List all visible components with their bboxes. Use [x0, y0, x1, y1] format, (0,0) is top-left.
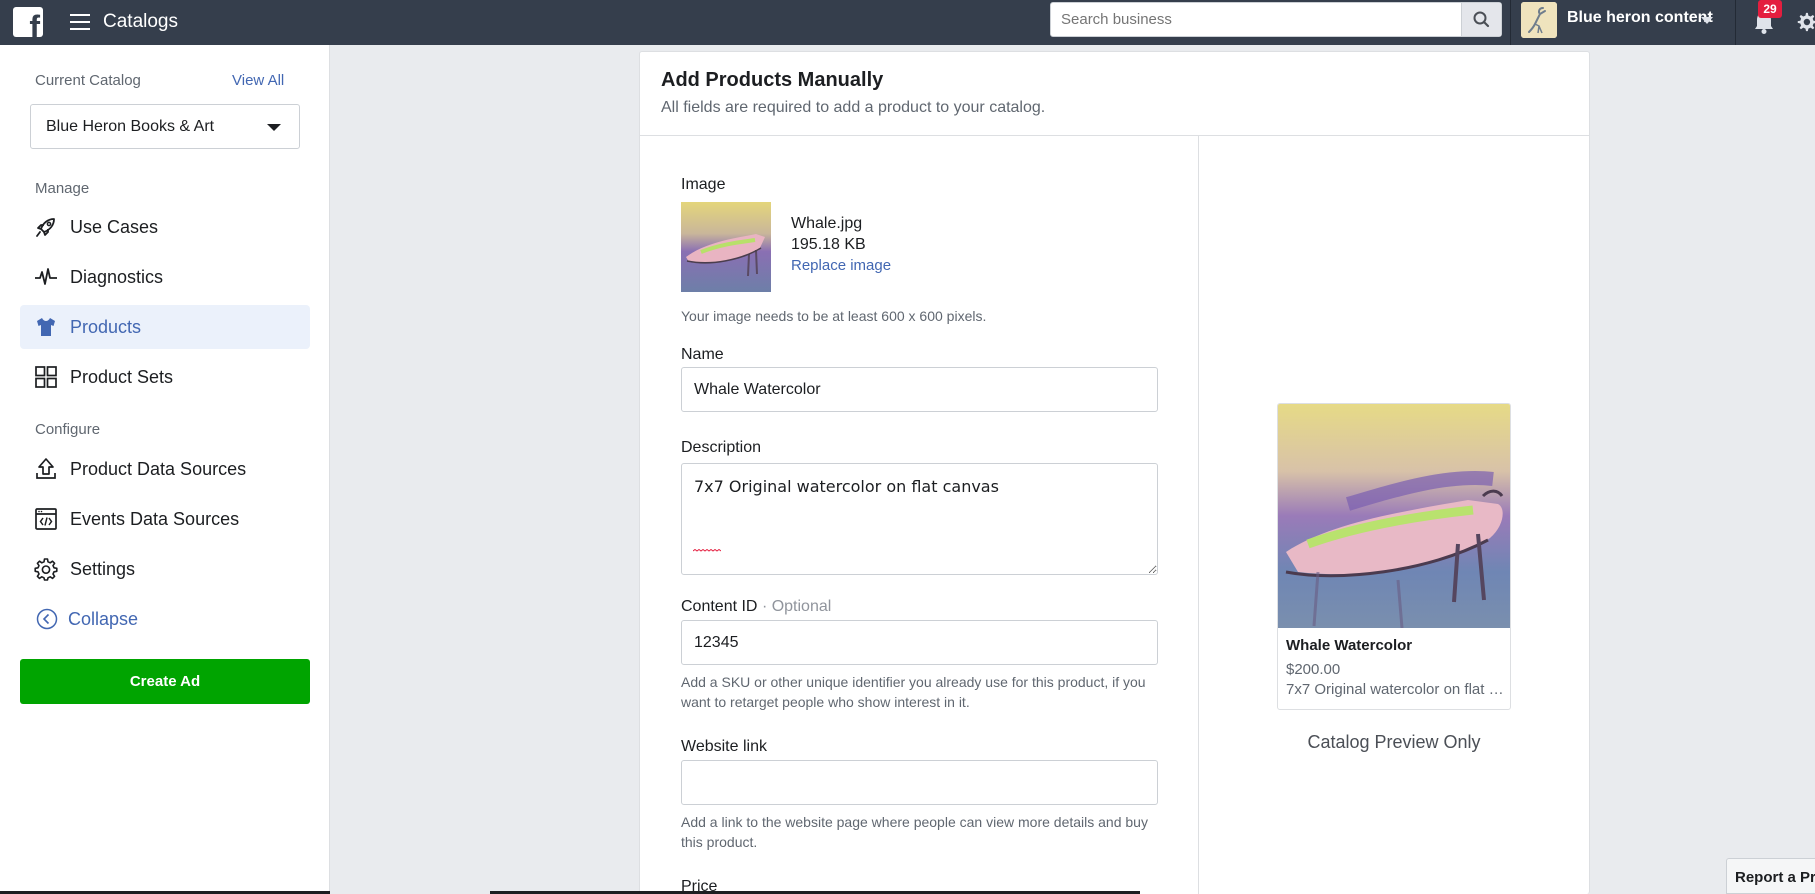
pulse-icon: [35, 268, 57, 285]
create-ad-button[interactable]: Create Ad: [20, 659, 310, 704]
content-id-label-text: Content ID: [681, 598, 758, 615]
app-title: Catalogs: [103, 11, 178, 32]
catalog-preview-card: Whale Watercolor $200.00 7x7 Original wa…: [1277, 403, 1511, 710]
nav-item-label: Products: [70, 317, 142, 337]
facebook-logo-letter: f: [29, 9, 40, 37]
account-avatar[interactable]: [1521, 2, 1557, 38]
name-label: Name: [681, 346, 724, 363]
report-a-problem-button[interactable]: Report a Pr: [1726, 858, 1815, 894]
spellcheck-underline: [693, 549, 721, 552]
column-divider: [1198, 136, 1199, 894]
search-button[interactable]: [1461, 3, 1501, 36]
nav-item-label: Product Data Sources: [70, 459, 247, 479]
caret-down-icon: [267, 124, 281, 131]
upload-icon: [36, 458, 56, 479]
content-id-label: Content ID · Optional: [681, 598, 831, 616]
website-link-help-text: Add a link to the website page where peo…: [681, 814, 1148, 850]
content-id-help-text: Add a SKU or other unique identifier you…: [681, 674, 1146, 710]
gear-icon[interactable]: [1795, 10, 1815, 34]
view-all-link[interactable]: View All: [232, 72, 284, 89]
image-label: Image: [681, 176, 726, 193]
top-bar: f Catalogs Blue heron content 29: [0, 0, 1815, 45]
rocket-icon: [36, 218, 55, 237]
content-id-input[interactable]: [681, 620, 1158, 665]
whale-painting-image: [681, 202, 771, 292]
website-link-label: Website link: [681, 738, 767, 755]
search-box: [1050, 2, 1502, 37]
file-size: 195.18 KB: [791, 236, 866, 253]
nav-item-label: Diagnostics: [70, 267, 164, 287]
topbar-divider: [1735, 0, 1736, 45]
card-header: Add Products Manually All fields are req…: [640, 52, 1589, 136]
nav-item-product-sets[interactable]: Product Sets: [20, 355, 310, 399]
catalog-preview-caption: Catalog Preview Only: [1307, 732, 1481, 752]
replace-image-link[interactable]: Replace image: [791, 257, 891, 274]
preview-product-description: 7x7 Original watercolor on flat canvas: [1286, 681, 1504, 698]
grid-icon: [35, 366, 57, 388]
preview-product-name: Whale Watercolor: [1286, 637, 1413, 654]
nav-item-settings[interactable]: Settings: [20, 547, 310, 591]
nav-item-label: Product Sets: [70, 367, 174, 387]
nav-item-label: Settings: [70, 559, 136, 579]
nav-item-label: Use Cases: [70, 217, 159, 237]
file-name: Whale.jpg: [791, 215, 863, 232]
whale-painting-image: [1278, 404, 1510, 628]
sidebar: Current Catalog View All Blue Heron Book…: [0, 45, 330, 894]
page-title: Add Products Manually: [661, 69, 884, 91]
page-subtitle: All fields are required to add a product…: [661, 99, 1046, 116]
manage-section-label: Manage: [35, 180, 90, 197]
topbar-divider: [1510, 0, 1511, 45]
current-catalog-label: Current Catalog: [35, 72, 141, 89]
heron-logo-icon: [1521, 2, 1557, 38]
add-products-card: Add Products Manually All fields are req…: [639, 51, 1590, 894]
nav-item-products[interactable]: Products: [20, 305, 310, 349]
search-input[interactable]: [1061, 3, 1451, 36]
configure-section-label: Configure: [35, 421, 101, 438]
nav-item-events-data-sources[interactable]: Events Data Sources: [20, 497, 310, 541]
optional-tag: · Optional: [761, 598, 832, 615]
code-window-icon: [35, 508, 57, 530]
image-help-text: Your image needs to be at least 600 x 60…: [681, 308, 987, 324]
collapse-label: Collapse: [68, 609, 139, 629]
name-input[interactable]: [681, 367, 1158, 412]
chevron-down-icon[interactable]: [1701, 17, 1713, 24]
catalog-dropdown[interactable]: Blue Heron Books & Art: [30, 104, 300, 149]
nav-item-use-cases[interactable]: Use Cases: [20, 205, 310, 249]
preview-product-price: $200.00: [1286, 661, 1341, 678]
search-icon: [1473, 11, 1490, 28]
facebook-logo-icon[interactable]: f: [13, 7, 43, 37]
chevron-left-circle-icon: [36, 608, 58, 630]
catalog-dropdown-value: Blue Heron Books & Art: [46, 118, 215, 135]
description-label: Description: [681, 439, 762, 456]
description-textarea[interactable]: 7x7 Original watercolor on flat canvas: [681, 463, 1158, 575]
nav-item-product-data-sources[interactable]: Product Data Sources: [20, 447, 310, 491]
hamburger-icon[interactable]: [70, 13, 92, 31]
website-link-input[interactable]: [681, 760, 1158, 805]
product-thumbnail[interactable]: [681, 202, 771, 292]
preview-image: [1278, 404, 1510, 628]
gear-icon: [34, 558, 58, 581]
account-name[interactable]: Blue heron content: [1567, 9, 1713, 27]
notification-badge: 29: [1758, 0, 1782, 18]
nav-item-diagnostics[interactable]: Diagnostics: [20, 255, 310, 299]
nav-item-label: Events Data Sources: [70, 509, 240, 529]
tshirt-icon: [37, 318, 55, 336]
